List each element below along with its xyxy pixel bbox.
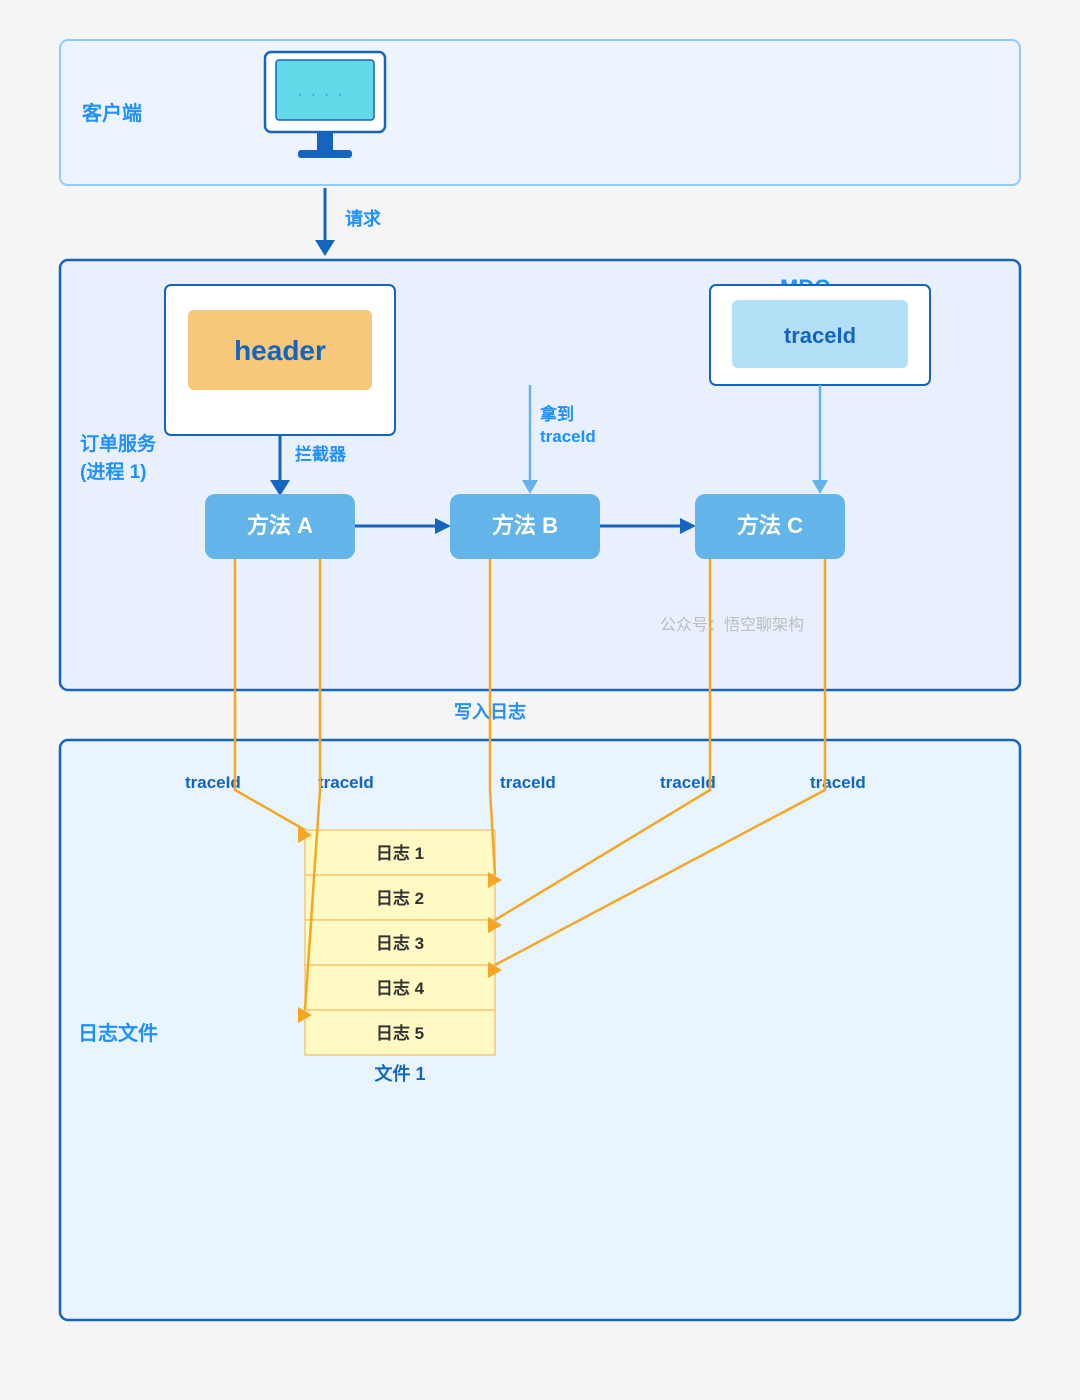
log-traceid-5: traceId xyxy=(810,773,866,792)
header-text: header xyxy=(234,335,326,366)
order-service-label-2: (进程 1) xyxy=(80,461,147,483)
log-file-label: 日志文件 xyxy=(78,1021,158,1045)
get-traceid-label-2: traceId xyxy=(540,427,596,446)
log-traceid-1: traceId xyxy=(185,773,241,792)
log5-text: 日志 5 xyxy=(376,1023,424,1043)
method-a-text: 方法 A xyxy=(247,513,313,538)
traceid-box-text: traceId xyxy=(784,323,856,348)
log-section-bg xyxy=(60,740,1020,1320)
watermark-text: 公众号：悟空聊架构 xyxy=(660,616,804,634)
method-b-text: 方法 B xyxy=(492,513,558,538)
log-traceid-3: traceId xyxy=(500,773,556,792)
request-label: 请求 xyxy=(345,208,382,229)
client-label: 客户端 xyxy=(81,101,142,125)
client-section-bg xyxy=(60,40,1020,185)
diagram-container: 客户端 · · · · 请求 订单服务 (进程 1) MDC header xyxy=(50,30,1030,1370)
main-diagram: 客户端 · · · · 请求 订单服务 (进程 1) MDC header xyxy=(50,30,1030,1370)
monitor-base xyxy=(298,150,352,158)
interceptor-label: 拦截器 xyxy=(295,444,347,464)
request-arrow-head xyxy=(315,240,335,256)
get-traceid-label-1: 拿到 xyxy=(539,404,574,424)
order-service-label-1: 订单服务 xyxy=(80,432,157,455)
file1-label: 文件 1 xyxy=(374,1063,425,1084)
log-traceid-4: traceId xyxy=(660,773,716,792)
method-c-text: 方法 C xyxy=(737,513,803,538)
log2-text: 日志 2 xyxy=(376,888,424,908)
log-traceid-2: traceId xyxy=(318,773,374,792)
monitor-dots: · · · · xyxy=(298,87,345,101)
log4-text: 日志 4 xyxy=(376,978,425,998)
monitor-stand xyxy=(317,132,333,152)
log1-text: 日志 1 xyxy=(376,843,424,863)
log3-text: 日志 3 xyxy=(376,933,424,953)
